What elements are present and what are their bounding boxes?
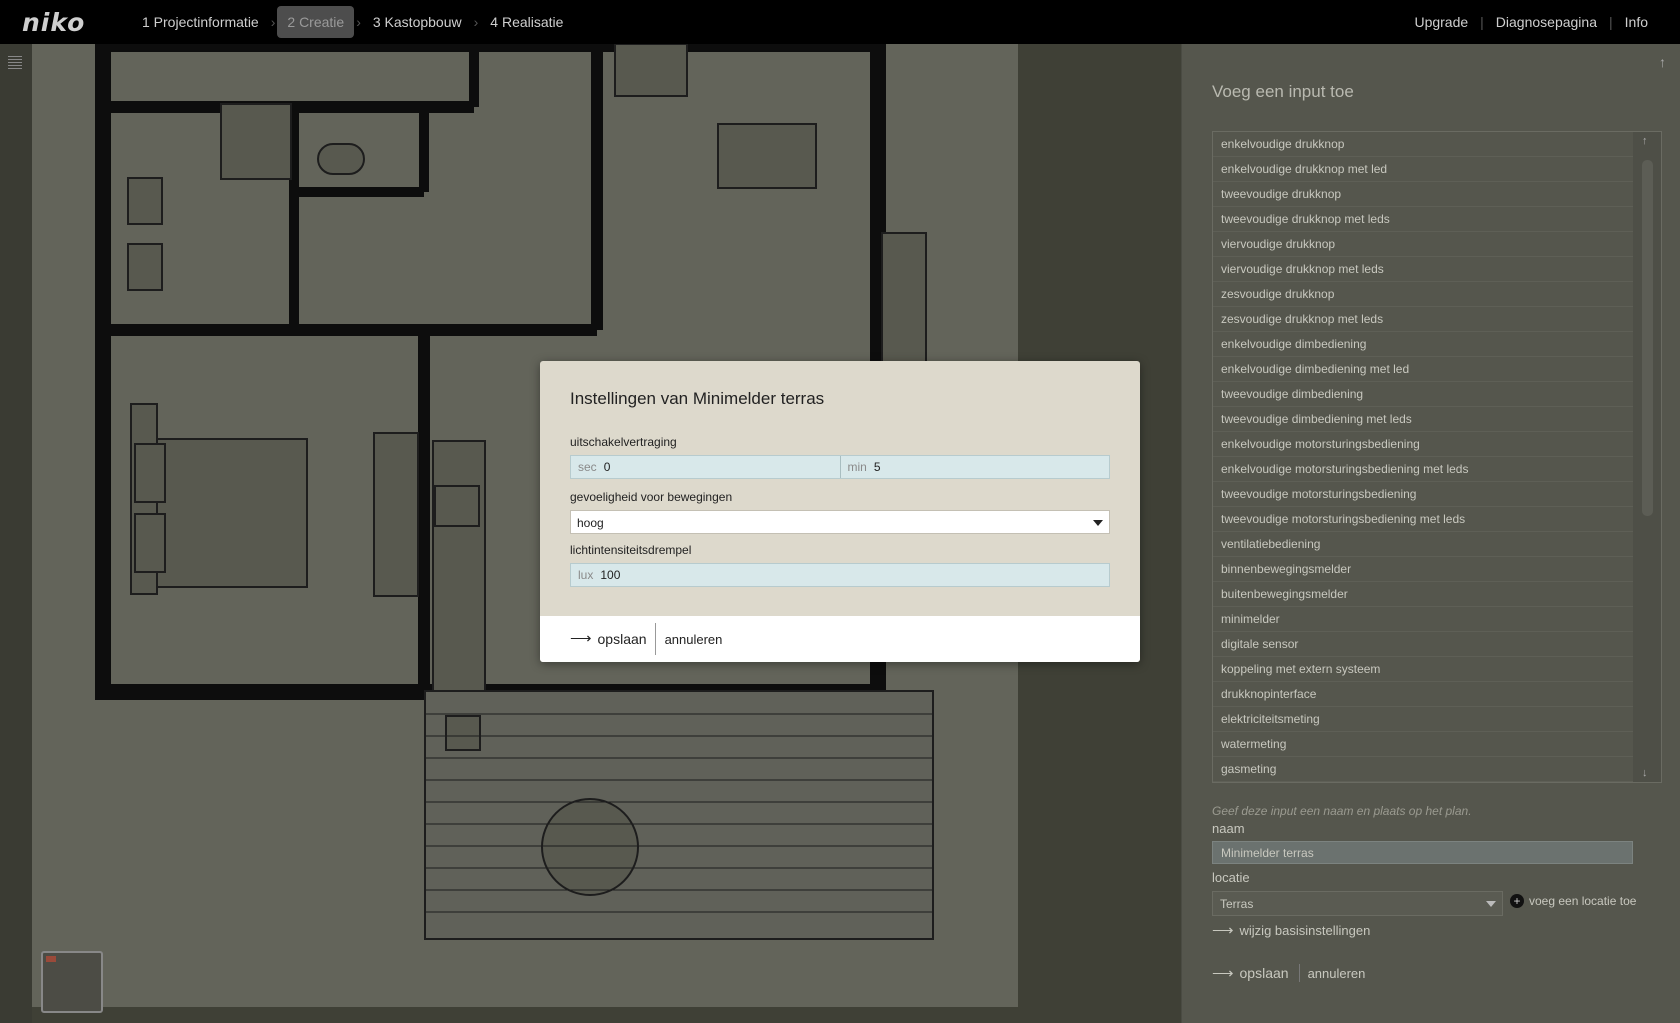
panel-title: Voeg een input toe — [1212, 82, 1354, 101]
list-item[interactable]: enkelvoudige motorsturingsbediening met … — [1213, 457, 1633, 482]
modal-save-label: opslaan — [597, 631, 647, 647]
list-item[interactable]: tweevoudige dimbediening met leds — [1213, 407, 1633, 432]
caret-down-icon — [1093, 520, 1103, 526]
list-item[interactable]: elektriciteitsmeting — [1213, 707, 1633, 732]
arrow-right-icon: ⟶ — [1212, 965, 1234, 982]
naam-input[interactable]: Minimelder terras — [1212, 841, 1633, 864]
lux-value: 100 — [600, 568, 621, 582]
plus-circle-icon: + — [1510, 894, 1524, 908]
locatie-select[interactable]: Terras — [1212, 891, 1503, 916]
step-realisatie[interactable]: 4 Realisatie — [480, 6, 573, 38]
list-item[interactable]: zesvoudige drukknop — [1213, 282, 1633, 307]
input-type-list[interactable]: enkelvoudige drukknop enkelvoudige drukkn… — [1212, 131, 1662, 783]
list-item[interactable]: viervoudige drukknop — [1213, 232, 1633, 257]
chevron-right-icon: › — [270, 14, 276, 30]
list-item[interactable]: enkelvoudige motorsturingsbediening — [1213, 432, 1633, 457]
list-item[interactable]: tweevoudige drukknop — [1213, 182, 1633, 207]
arrow-up-icon[interactable]: ↑ — [1659, 54, 1666, 70]
panel-save-button[interactable]: ⟶ opslaan — [1212, 964, 1300, 982]
top-links: Upgrade | Diagnosepagina | Info — [1402, 14, 1660, 30]
min-unit: min — [847, 460, 867, 474]
list-item[interactable]: enkelvoudige drukknop met led — [1213, 157, 1633, 182]
delay-seconds-input[interactable]: sec 0 — [571, 456, 840, 478]
locatie-value: Terras — [1220, 897, 1254, 911]
niko-logo[interactable]: niko — [22, 8, 132, 37]
basis-settings-link[interactable]: ⟶ wijzig basisinstellingen — [1212, 921, 1370, 939]
scroll-thumb[interactable] — [1642, 160, 1653, 516]
list-item[interactable]: enkelvoudige dimbediening met led — [1213, 357, 1633, 382]
delay-minutes-input[interactable]: min 5 — [839, 456, 1110, 478]
panel-save-label: opslaan — [1239, 965, 1289, 981]
list-item[interactable]: minimelder — [1213, 607, 1633, 632]
lux-input[interactable]: lux 100 — [570, 563, 1110, 587]
scroll-down-icon[interactable]: ↓ — [1642, 767, 1648, 779]
sensitivity-label: gevoeligheid voor bewegingen — [570, 490, 733, 504]
chevron-right-icon: › — [473, 14, 479, 30]
plan-thumbnail[interactable] — [41, 951, 103, 1013]
modal-cancel-button[interactable]: annuleren — [656, 632, 723, 647]
list-item[interactable]: tweevoudige motorsturingsbediening met l… — [1213, 507, 1633, 532]
list-item[interactable]: digitale sensor — [1213, 632, 1633, 657]
upgrade-link[interactable]: Upgrade — [1402, 14, 1480, 30]
sec-value: 0 — [603, 460, 611, 474]
delay-inputs: sec 0 min 5 — [570, 455, 1110, 479]
list-item[interactable]: buitenbewegingsmelder — [1213, 582, 1633, 607]
step-projectinformatie[interactable]: 1 Projectinformatie — [132, 6, 269, 38]
diagnosepagina-link[interactable]: Diagnosepagina — [1484, 14, 1609, 30]
min-value: 5 — [873, 460, 881, 474]
sensitivity-value: hoog — [577, 516, 604, 530]
light-threshold-label: lichtintensiteitsdrempel — [570, 543, 692, 557]
list-item[interactable]: viervoudige drukknop met leds — [1213, 257, 1633, 282]
basis-settings-label: wijzig basisinstellingen — [1239, 923, 1371, 938]
list-item[interactable]: tweevoudige motorsturingsbediening — [1213, 482, 1633, 507]
list-item[interactable]: enkelvoudige dimbediening — [1213, 332, 1633, 357]
list-toggle-icon[interactable] — [8, 56, 22, 72]
list-item[interactable]: koppeling met extern systeem — [1213, 657, 1633, 682]
list-item[interactable]: tweevoudige dimbediening — [1213, 382, 1633, 407]
lux-unit: lux — [578, 568, 594, 582]
panel-cancel-button[interactable]: annuleren — [1300, 966, 1366, 981]
top-bar: niko 1 Projectinformatie › 2 Creatie › 3… — [0, 0, 1680, 44]
list-item[interactable]: gasmeting — [1213, 757, 1633, 782]
modal-title: Instellingen van Minimelder terras — [570, 389, 825, 408]
add-location-label: voeg een locatie toe — [1529, 894, 1637, 908]
scroll-up-icon[interactable]: ↑ — [1642, 135, 1648, 147]
list-item[interactable]: tweevoudige drukknop met leds — [1213, 207, 1633, 232]
list-item[interactable]: ventilatiebediening — [1213, 532, 1633, 557]
delay-label: uitschakelvertraging — [570, 435, 677, 449]
list-item[interactable]: enkelvoudige drukknop — [1213, 132, 1633, 157]
list-item[interactable]: zesvoudige drukknop met leds — [1213, 307, 1633, 332]
step-creatie[interactable]: 2 Creatie — [277, 6, 355, 38]
list-item[interactable]: binnenbewegingsmelder — [1213, 557, 1633, 582]
arrow-right-icon: ⟶ — [1212, 922, 1234, 939]
locatie-label: locatie — [1212, 870, 1250, 885]
list-item[interactable]: drukknopinterface — [1213, 682, 1633, 707]
input-panel: ↑ Voeg een input toe enkelvoudige drukkn… — [1181, 44, 1680, 1023]
add-location-button[interactable]: + voeg een locatie toe — [1510, 894, 1636, 908]
left-rail — [0, 44, 32, 1023]
panel-actions: ⟶ opslaan annuleren — [1212, 964, 1365, 982]
list-item[interactable]: watermeting — [1213, 732, 1633, 757]
modal-save-button[interactable]: ⟶ opslaan — [570, 623, 656, 655]
modal-footer: ⟶ opslaan annuleren — [540, 616, 1140, 662]
naam-label: naam — [1212, 821, 1245, 836]
settings-modal: Instellingen van Minimelder terras uitsc… — [540, 361, 1140, 662]
sec-unit: sec — [578, 460, 597, 474]
sensitivity-select[interactable]: hoog — [570, 510, 1110, 534]
arrow-right-icon: ⟶ — [570, 630, 592, 647]
caret-down-icon — [1486, 901, 1496, 907]
step-kastopbouw[interactable]: 3 Kastopbouw — [363, 6, 472, 38]
name-hint: Geef deze input een naam en plaats op he… — [1212, 804, 1472, 818]
chevron-right-icon: › — [356, 14, 361, 30]
step-navigation: 1 Projectinformatie › 2 Creatie › 3 Kast… — [132, 6, 573, 38]
scrollbar[interactable]: ↑ ↓ — [1633, 132, 1661, 782]
info-link[interactable]: Info — [1613, 14, 1660, 30]
